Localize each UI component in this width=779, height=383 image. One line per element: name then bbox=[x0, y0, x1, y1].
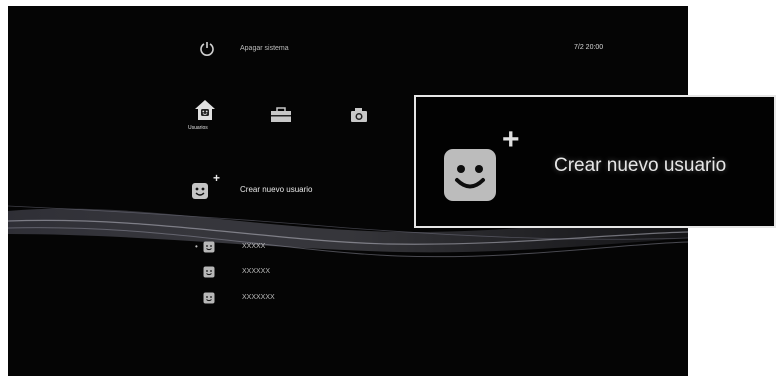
plus-icon: + bbox=[502, 123, 520, 156]
selection-bullet: • bbox=[195, 242, 198, 251]
camera-icon[interactable] bbox=[350, 107, 368, 123]
house-user-icon bbox=[195, 100, 215, 120]
user-face-icon[interactable] bbox=[203, 292, 215, 304]
power-off-label[interactable]: Apagar sistema bbox=[240, 45, 289, 52]
user-name-3[interactable]: XXXXXXX bbox=[242, 294, 275, 301]
user-face-icon[interactable] bbox=[203, 241, 215, 253]
plus-icon: + bbox=[213, 171, 221, 185]
create-user-zoom-label: Crear nuevo usuario bbox=[554, 155, 727, 176]
create-user-label[interactable]: Crear nuevo usuario bbox=[240, 185, 312, 194]
user-name-2[interactable]: XXXXXX bbox=[242, 268, 270, 275]
power-icon[interactable] bbox=[199, 40, 215, 56]
new-user-face-icon bbox=[444, 149, 496, 201]
user-name-1[interactable]: XXXXX bbox=[242, 243, 265, 250]
zoom-callout: + Crear nuevo usuario bbox=[414, 95, 776, 228]
system-clock: 7/2 20:00 bbox=[574, 44, 604, 51]
toolbox-icon[interactable] bbox=[270, 107, 292, 123]
new-user-face-icon[interactable] bbox=[191, 182, 209, 200]
category-users[interactable]: Usuarios bbox=[188, 99, 224, 137]
category-users-label: Usuarios bbox=[188, 125, 208, 131]
user-face-icon[interactable] bbox=[203, 266, 215, 278]
